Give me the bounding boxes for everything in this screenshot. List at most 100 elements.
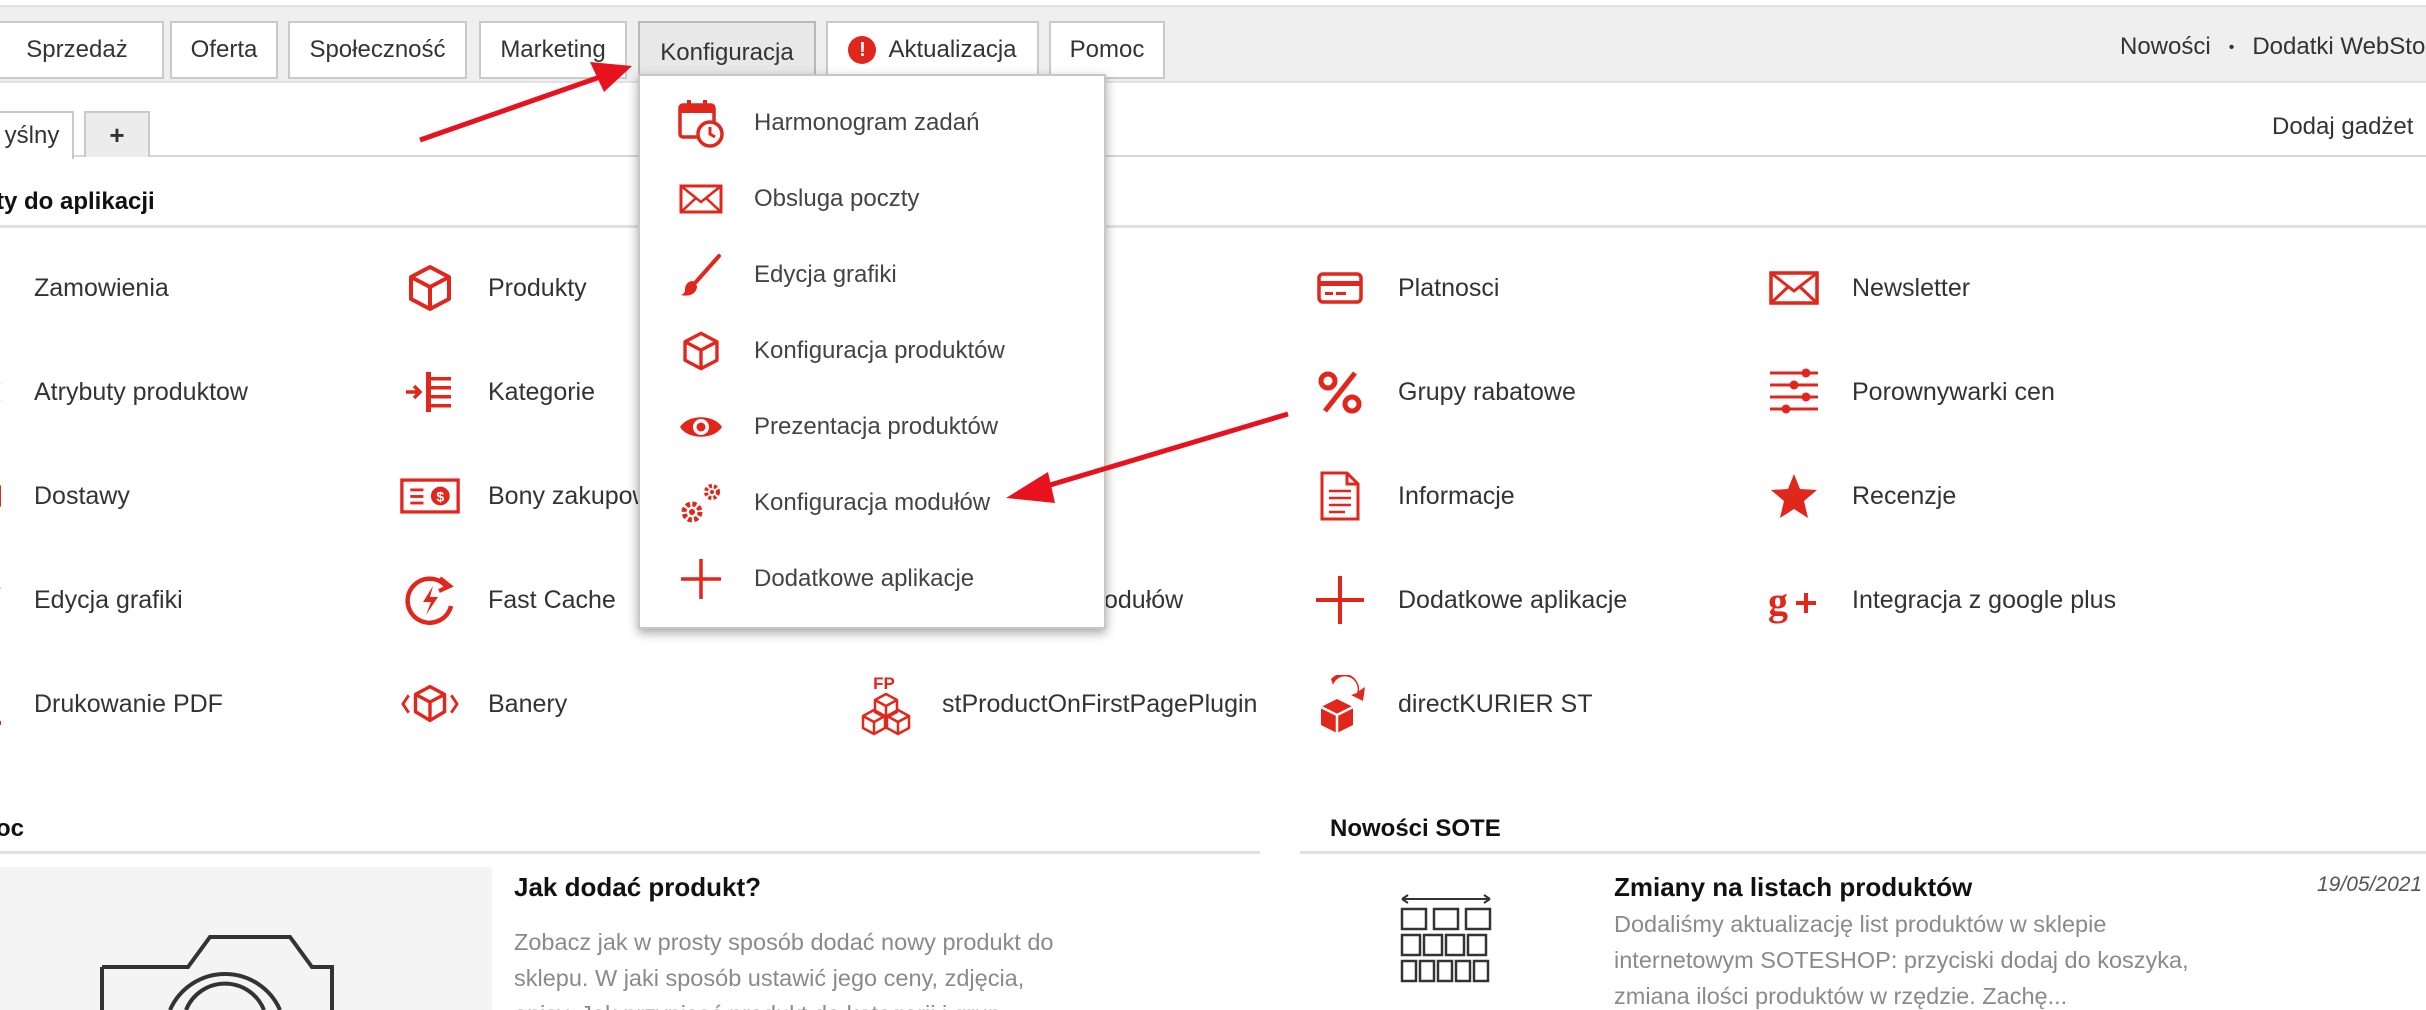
google-plus-icon: g [1764, 570, 1824, 630]
shortcut-label: Fast Cache [488, 585, 616, 614]
shortcut-label: Integracja z google plus [1852, 585, 2117, 614]
shortcut-kategorie[interactable]: Kategorie [400, 362, 595, 422]
gears-icon [676, 478, 726, 528]
nav-label: Aktualizacja [888, 36, 1017, 63]
shortcut-zamowienia[interactable]: Zamowienia [0, 258, 169, 318]
shortcut-produkty[interactable]: Produkty [400, 258, 587, 318]
menu-item-label: Konfiguracja modułów [754, 489, 991, 516]
pdf-icon [0, 674, 6, 734]
shortcut-platnosci[interactable]: Platnosci [1310, 258, 1499, 318]
shortcut-dodatkowe-aplikacje[interactable]: Dodatkowe aplikacje [1310, 570, 1627, 630]
shortcut-label: Dostawy [34, 481, 130, 510]
nav-aktualizacja[interactable]: ! Aktualizacja [826, 21, 1039, 79]
fast-cache-icon [400, 570, 460, 630]
shortcut-label: Porownywarki cen [1852, 377, 2055, 406]
box-icon [676, 326, 726, 376]
news-article-date: 19/05/2021 [2317, 873, 2423, 896]
envelope-icon [1764, 258, 1824, 318]
brush-icon [0, 570, 6, 630]
main-menu-bar: Sprzedaż Oferta Społeczność Marketing Ko… [0, 5, 2426, 83]
box-icon [400, 258, 460, 318]
separator: • [2228, 38, 2235, 56]
nav-spolecznosc[interactable]: Społeczność [288, 21, 467, 79]
shortcut-label: Zamowienia [34, 273, 169, 302]
news-title: Nowości SOTE [1330, 815, 1501, 842]
shortcut-grupy-rabatowe[interactable]: Grupy rabatowe [1310, 362, 1576, 422]
shortcut-label: Edycja grafiki [34, 585, 183, 614]
shortcut-label: Banery [488, 689, 568, 718]
shortcut-directkurier[interactable]: directKURIER ST [1310, 674, 1592, 734]
shortcut-label: Informacje [1398, 481, 1515, 510]
menu-item-edycja-grafiki[interactable]: Edycja grafiki [640, 240, 1104, 310]
news-article-line: Dodaliśmy aktualizację list produktów w … [1614, 911, 2107, 937]
shortcut-banery[interactable]: Banery [400, 674, 567, 734]
menu-item-label: Obsluga poczty [754, 185, 920, 212]
menu-item-obsluga-poczty[interactable]: Obsluga poczty [640, 164, 1104, 234]
shortcut-first-page-plugin[interactable]: FP stProductOnFirstPagePlugin [854, 674, 1257, 736]
shortcut-newsletter[interactable]: Newsletter [1764, 258, 1970, 318]
nav-pomoc[interactable]: Pomoc [1049, 21, 1165, 79]
sliders-icon [1764, 362, 1824, 422]
news-link[interactable]: Nowości [2120, 33, 2211, 60]
percent-icon [1310, 362, 1370, 422]
plus-icon [676, 554, 726, 604]
truck-icon [0, 466, 6, 526]
shortcut-porownywarki[interactable]: Porownywarki cen [1764, 362, 2055, 422]
menu-item-prezentacja-produktow[interactable]: Prezentacja produktów [640, 392, 1104, 462]
star-icon [1764, 466, 1824, 526]
menu-item-dodatkowe-aplikacje[interactable]: Dodatkowe aplikacje [640, 544, 1104, 614]
shortcut-drukowanie-pdf[interactable]: Drukowanie PDF [0, 674, 223, 734]
menu-item-label: Prezentacja produktów [754, 413, 999, 440]
svg-text:FP: FP [873, 674, 895, 693]
shortcut-label: Recenzje [1852, 481, 1957, 510]
svg-text:$: $ [436, 489, 444, 505]
shortcut-informacje[interactable]: Informacje [1310, 466, 1515, 526]
shortcut-edycja-grafiki[interactable]: Edycja grafiki [0, 570, 183, 630]
banner-box-icon [400, 674, 460, 734]
shortcut-label: odułów [1104, 585, 1184, 614]
nav-marketing[interactable]: Marketing [479, 21, 627, 79]
news-article-title[interactable]: Zmiany na listach produktów [1614, 872, 1972, 903]
menu-item-label: Edycja grafiki [754, 261, 897, 288]
shortcut-fast-cache[interactable]: Fast Cache [400, 570, 616, 630]
nav-sprzedaz[interactable]: Sprzedaż [0, 21, 164, 79]
menu-item-label: Dodatkowe aplikacje [754, 565, 975, 592]
eye-icon [676, 402, 726, 452]
shortcut-dostawy[interactable]: Dostawy [0, 466, 130, 526]
camera-image [0, 867, 492, 1010]
calendar-clock-icon [676, 98, 726, 148]
shortcut-label: Grupy rabatowe [1398, 377, 1576, 406]
document-icon [1310, 466, 1370, 526]
attributes-icon [0, 362, 6, 422]
shortcut-recenzje[interactable]: Recenzje [1764, 466, 1956, 526]
divider [0, 851, 1260, 854]
plus-icon [1310, 570, 1370, 630]
nav-oferta[interactable]: Oferta [170, 21, 278, 79]
alert-icon: ! [848, 36, 877, 64]
help-article-title[interactable]: Jak dodać produkt? [514, 872, 761, 903]
nav-label: Oferta [190, 36, 258, 63]
top-right-links: Nowości • Dodatki WebSto [2120, 33, 2425, 61]
menu-item-konfiguracja-produktow[interactable]: Konfiguracja produktów [640, 316, 1104, 386]
cart-icon [0, 258, 6, 318]
shortcut-google-plus[interactable]: g Integracja z google plus [1764, 570, 2116, 630]
menu-item-harmonogram[interactable]: Harmonogram zadań [640, 88, 1104, 158]
menu-item-konfiguracja-modulow[interactable]: Konfiguracja modułów [640, 468, 1104, 538]
nav-label: Sprzedaż [26, 36, 128, 63]
add-tab-button[interactable]: + [84, 111, 150, 157]
shortcut-atrybuty[interactable]: Atrybuty produktow [0, 362, 248, 422]
courier-package-icon [1310, 674, 1370, 734]
addons-link[interactable]: Dodatki WebSto [2252, 33, 2425, 60]
shortcut-label: Kategorie [488, 377, 596, 406]
shortcut-label: directKURIER ST [1398, 689, 1593, 718]
shortcut-label: Bony zakupow [488, 481, 651, 510]
shortcut-bony[interactable]: $ Bony zakupow [400, 466, 651, 526]
nav-label: Pomoc [1069, 36, 1145, 63]
add-gadget-link[interactable]: Dodaj gadżet [2272, 113, 2413, 141]
menu-item-label: Konfiguracja produktów [754, 337, 1005, 364]
tab-label: yślny [4, 122, 60, 149]
tab-default[interactable]: yślny [0, 111, 74, 159]
shortcut-label: Drukowanie PDF [34, 689, 223, 718]
category-list-icon [400, 362, 460, 422]
news-article-line: zmiana ilości produktów w rzędzie. Zachę… [1614, 983, 2068, 1009]
